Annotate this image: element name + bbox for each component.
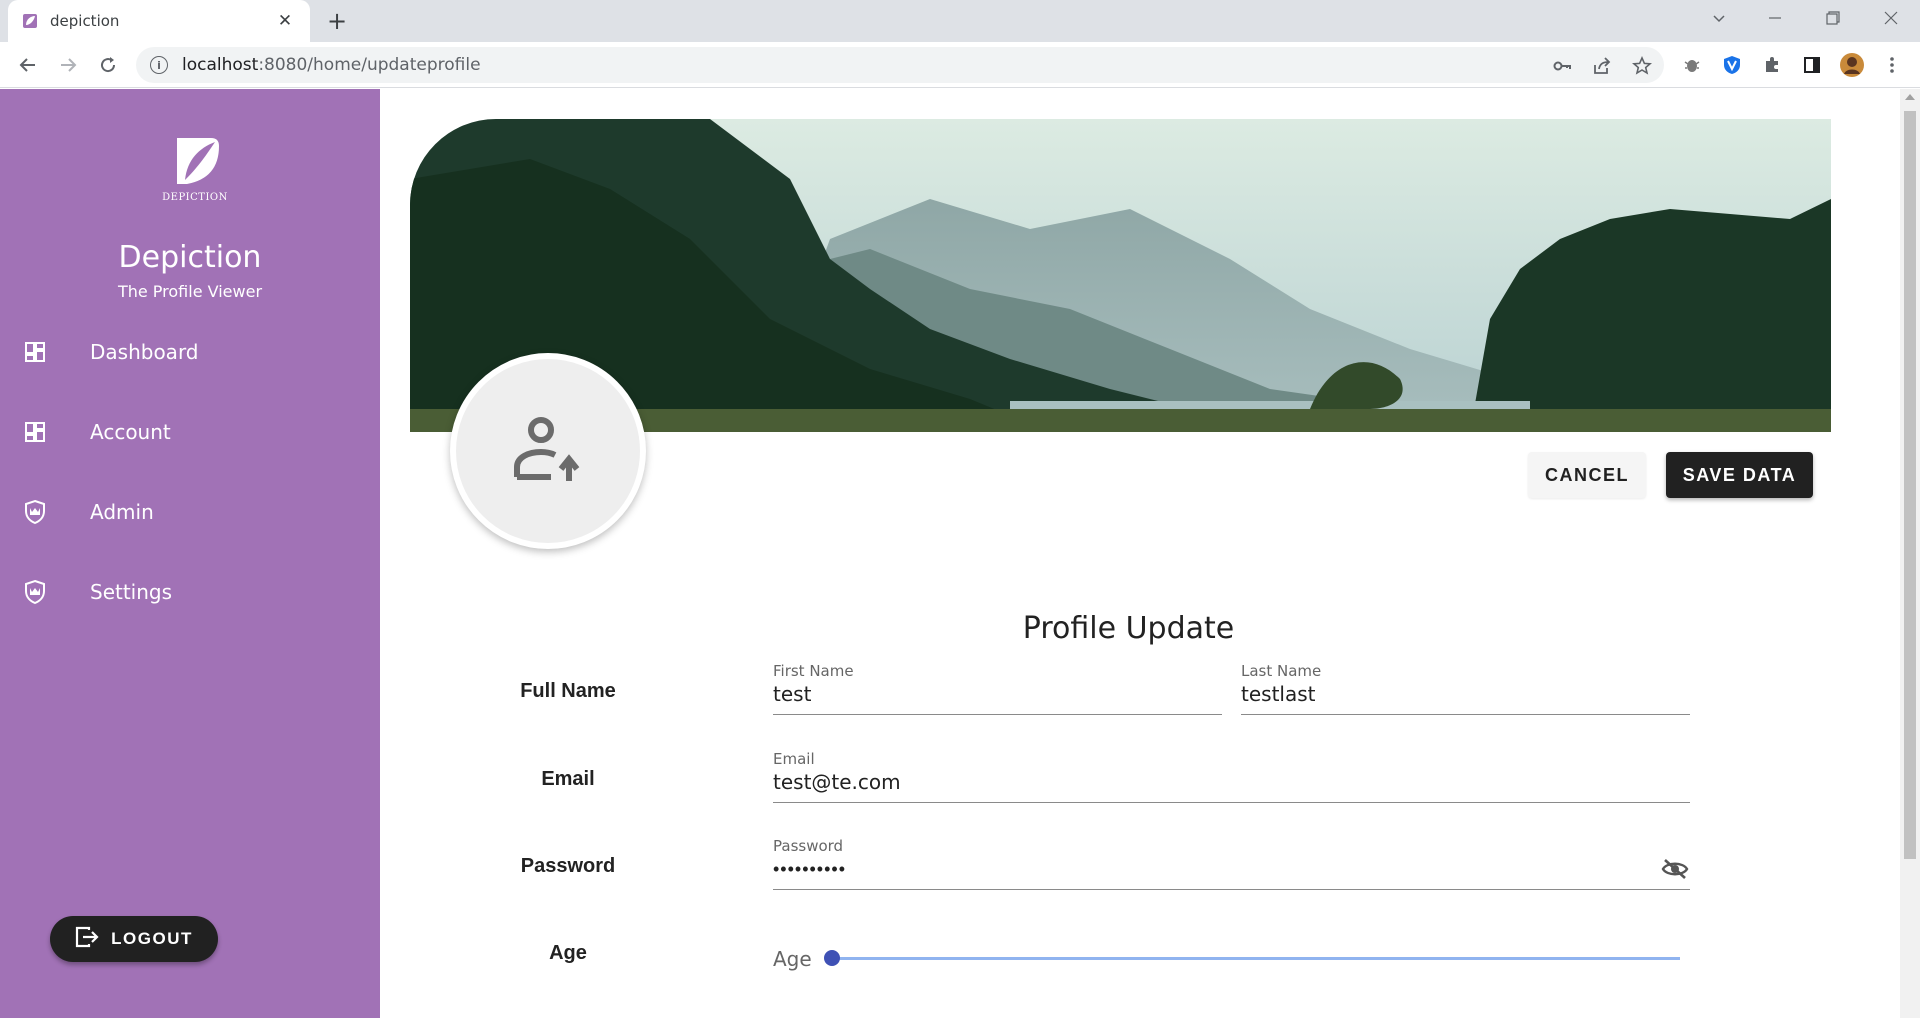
shield-crown-icon [22,579,48,605]
svg-text:DEPICTION: DEPICTION [162,192,228,203]
brand-subtitle: The Profile Viewer [117,282,263,301]
last-name-label: Last Name [1241,662,1322,680]
age-slider-thumb[interactable] [824,950,840,966]
depiction-favicon-icon [22,13,38,29]
tab-search-icon[interactable] [1696,0,1742,36]
browser-toolbar: i localhost:8080/home/updateprofile [0,42,1920,88]
browser-tabstrip: depiction ✕ + [0,0,1920,42]
dashboard-icon [22,419,48,445]
close-window-icon[interactable] [1868,0,1914,36]
sidebar-item-dashboard[interactable]: Dashboard [0,324,380,380]
sidebar-item-label: Admin [90,500,154,524]
age-slider-track[interactable] [832,957,1680,960]
scrollbar-thumb[interactable] [1904,111,1916,859]
logout-label: LOGOUT [111,929,193,948]
avatar-upload[interactable] [450,353,646,549]
profile-avatar-icon[interactable] [1836,49,1868,81]
restore-icon[interactable] [1810,0,1856,36]
site-info-icon[interactable]: i [150,56,168,74]
address-bar[interactable]: i localhost:8080/home/updateprofile [136,47,1664,83]
close-tab-icon[interactable]: ✕ [274,10,296,32]
form-title: Profile Update [1022,611,1235,646]
tab-title: depiction [50,12,120,30]
person-upload-icon [511,415,585,488]
last-name-value: testlast [1241,682,1316,706]
shield-crown-icon [22,499,48,525]
email-label: Email [773,750,815,768]
dashboard-icon [22,339,48,365]
extensions-puzzle-icon[interactable] [1756,49,1788,81]
cancel-button[interactable]: CANCEL [1528,452,1646,498]
page-scrollbar[interactable] [1900,89,1920,1018]
sidebar-item-admin[interactable]: Admin [0,484,380,540]
password-field[interactable]: Password •••••••••• [773,837,1690,890]
scroll-up-arrow-icon[interactable] [1905,94,1915,100]
password-label: Password [773,837,844,855]
shield-extension-icon[interactable] [1716,49,1748,81]
first-name-label: First Name [773,662,854,680]
sidebar-item-label: Dashboard [90,340,199,364]
side-panel-icon[interactable] [1796,49,1828,81]
minimize-icon[interactable] [1752,0,1798,36]
sidebar: DEPICTION Depiction The Profile Viewer D… [0,89,380,1018]
save-data-button[interactable]: SAVE DATA [1666,452,1813,498]
sidebar-item-settings[interactable]: Settings [0,564,380,620]
visibility-off-icon[interactable] [1660,857,1690,881]
first-name-field[interactable]: First Name test [773,662,1222,715]
bookmark-star-icon[interactable] [1630,54,1654,78]
browser-tab[interactable]: depiction ✕ [8,0,310,42]
browser-menu-icon[interactable] [1876,49,1908,81]
sidebar-item-account[interactable]: Account [0,404,380,460]
last-name-field[interactable]: Last Name testlast [1241,662,1690,715]
main-content: CANCEL SAVE DATA Profile Update Full Nam… [380,89,1900,1018]
age-row-label: Age [549,942,587,964]
forward-icon[interactable] [52,49,84,81]
full-name-row-label: Full Name [520,680,616,702]
email-row-label: Email [541,768,595,790]
logout-button[interactable]: LOGOUT [50,916,218,962]
sidebar-item-label: Account [90,420,171,444]
depiction-logo: DEPICTION [155,134,235,204]
email-value: test@te.com [773,770,901,794]
password-value: •••••••••• [773,859,847,879]
share-icon[interactable] [1590,54,1614,78]
cover-image [410,119,1831,432]
first-name-value: test [773,682,812,706]
email-field[interactable]: Email test@te.com [773,750,1690,803]
reload-icon[interactable] [92,49,124,81]
password-row-label: Password [520,855,616,877]
sidebar-item-label: Settings [90,580,173,604]
logout-icon [75,926,99,953]
key-icon[interactable] [1550,54,1574,78]
brand-name: Depiction [118,240,262,275]
age-slider-label: Age [773,947,812,971]
back-icon[interactable] [12,49,44,81]
new-tab-button[interactable]: + [322,6,352,36]
url-text: localhost:8080/home/updateprofile [182,55,481,75]
bug-extension-icon[interactable] [1676,49,1708,81]
